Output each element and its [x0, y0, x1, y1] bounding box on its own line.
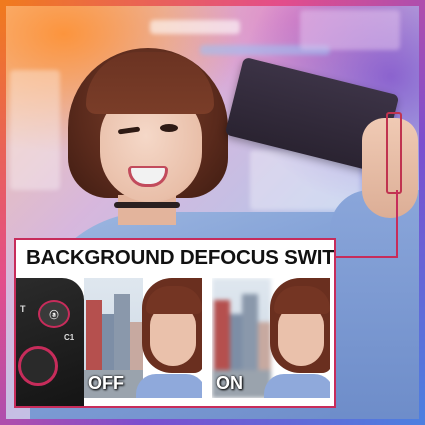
portrait-face: [150, 306, 196, 366]
defocus-switch-callout: BACKGROUND DEFOCUS SWITCH T ⓐ C1 OFF ON: [14, 238, 336, 408]
shutter-button-icon: [18, 346, 58, 386]
defocus-switch-glyph: ⓐ: [49, 309, 59, 320]
remote-highlight-box: [386, 112, 402, 194]
remote-t-label: T: [20, 304, 26, 314]
choker-necklace: [114, 202, 180, 208]
comparison-photo-on: ON: [212, 278, 330, 398]
remote-c1-label: C1: [64, 333, 75, 342]
remote-control: T ⓐ C1: [16, 278, 84, 406]
comparison-photo-off: OFF: [84, 278, 202, 398]
callout-connector-vertical: [396, 190, 398, 258]
product-image: BACKGROUND DEFOCUS SWITCH T ⓐ C1 OFF ON: [0, 0, 425, 425]
callout-title: BACKGROUND DEFOCUS SWITCH: [26, 246, 336, 269]
callout-connector-horizontal: [336, 256, 398, 258]
arm: [330, 190, 425, 425]
defocus-switch-icon: ⓐ: [38, 300, 70, 328]
off-label: OFF: [88, 373, 124, 393]
on-label: ON: [216, 373, 243, 393]
open-eye: [160, 124, 178, 132]
portrait-face: [278, 306, 324, 366]
